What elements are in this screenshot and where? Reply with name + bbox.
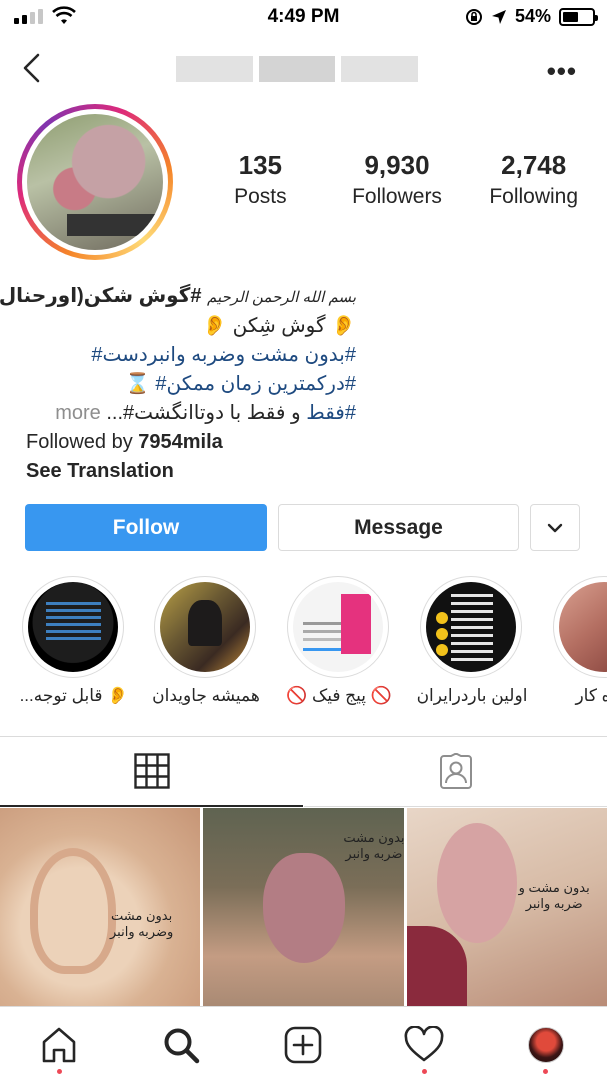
bio-hashtag[interactable]: #بدون مشت وضربه وانبردست# [91, 344, 356, 366]
profile-avatar[interactable] [17, 104, 173, 260]
post-caption-line: وضربه وانبر [110, 924, 174, 939]
post-caption-line: بدون مشت و [518, 880, 590, 895]
profile-avatar-icon [528, 1027, 564, 1063]
stat-following[interactable]: 2,748 Following [465, 150, 602, 209]
username-blurred [176, 56, 419, 82]
hourglass-icon: ⌛ [124, 373, 150, 395]
see-translation-link[interactable]: See Translation [26, 457, 356, 486]
post-caption-line: بدون مشت [111, 908, 173, 923]
post-caption-line: ضربه وانبر [525, 896, 583, 911]
home-tab[interactable] [39, 1025, 79, 1065]
status-bar: 4:49 PM 54% [0, 0, 607, 36]
location-arrow-icon [491, 9, 506, 24]
more-options-button[interactable]: ••• [547, 56, 577, 87]
highlight-item[interactable]: اولین باردرایران [417, 576, 527, 705]
bio-line-3: #بدون مشت وضربه وانبردست# [26, 341, 356, 370]
post-thumbnail[interactable]: بدون مشت و ضربه وانبر [406, 808, 607, 1006]
suggested-accounts-button[interactable] [530, 504, 580, 551]
activity-tab[interactable] [404, 1025, 444, 1065]
bio-basmala: بسم الله الرحمن الرحیم [207, 289, 356, 306]
post-caption-overlay: بدون مشت وضربه وانبر [110, 908, 173, 940]
post-caption-overlay: بدون مشت ضربه وانبر [343, 830, 403, 862]
posts-grid: بدون مشت وضربه وانبر بدون مشت ضربه وانبر… [0, 808, 607, 1006]
profile-tab[interactable] [526, 1025, 566, 1065]
new-post-tab[interactable] [283, 1025, 323, 1065]
stat-label: Followers [352, 185, 442, 208]
bio-line-4: #درکمترین زمان ممکن# ⌛ [26, 370, 356, 399]
battery-icon [559, 7, 598, 26]
stat-posts[interactable]: 135 Posts [192, 150, 329, 209]
post-caption-line: بدون مشت [343, 830, 404, 845]
story-highlights: 👂 قابل توجه... همیشه جاویدان 🚫 پیج فیک 🚫… [0, 576, 607, 716]
bio-text: و فقط با دوتاانگشت#... [106, 402, 307, 424]
stat-value: 9,930 [364, 150, 430, 180]
avatar-image [27, 114, 163, 250]
highlight-cover [160, 582, 250, 672]
highlight-item[interactable]: ه کار [553, 576, 607, 705]
search-tab[interactable] [161, 1025, 201, 1065]
tagged-icon [439, 752, 472, 789]
highlight-label: ه کار [575, 686, 607, 705]
bio-more-link[interactable]: more [55, 402, 101, 424]
profile-stats: 135 Posts 9,930 Followers 2,748 Followin… [192, 150, 602, 209]
new-post-icon [284, 1026, 322, 1064]
highlight-cover [293, 582, 383, 672]
bio-line-5: #فقط و فقط با دوتاانگشت#... more [26, 399, 356, 428]
post-caption-overlay: بدون مشت و ضربه وانبر [519, 880, 590, 912]
stat-value: 135 [238, 150, 283, 180]
bio-hashtag[interactable]: #فقط [306, 402, 356, 424]
grid-icon [133, 753, 170, 789]
highlight-label: همیشه جاویدان [152, 686, 260, 705]
highlight-item[interactable]: 🚫 پیج فیک 🚫 [286, 576, 392, 705]
bottom-tab-bar [0, 1006, 607, 1080]
profile-bio: بسم الله الرحمن الرحیم #گوش شکن(اورحنال)… [0, 282, 356, 486]
tab-posts-grid[interactable] [0, 737, 303, 807]
profile-header: ••• [0, 38, 607, 98]
bio-hashtag[interactable]: #درکمترین زمان ممکن# [155, 373, 356, 395]
highlight-cover [28, 582, 118, 672]
highlight-item[interactable]: همیشه جاویدان [152, 576, 260, 705]
bio-line-2: 👂 گوش شِکن 👂 [202, 315, 356, 337]
search-icon [164, 1028, 200, 1064]
bio-line-1: بسم الله الرحمن الرحیم #گوش شکن(اورحنال)… [0, 282, 356, 312]
back-button[interactable] [18, 52, 46, 84]
post-thumbnail[interactable]: بدون مشت ضربه وانبر [203, 808, 404, 1006]
bio-hashtag: #گوش شکن(اورحنال)# [0, 285, 202, 307]
follow-button[interactable]: Follow [25, 504, 267, 551]
stat-label: Following [489, 185, 579, 208]
battery-percent: 54% [514, 6, 551, 26]
profile-tabs [0, 736, 607, 807]
chevron-down-icon [547, 523, 563, 532]
heart-icon [404, 1026, 444, 1062]
highlight-cover [559, 582, 607, 672]
followed-by[interactable]: Followed by 7954mila [26, 428, 356, 457]
stat-followers[interactable]: 9,930 Followers [329, 150, 466, 209]
highlight-item[interactable]: 👂 قابل توجه... [20, 576, 128, 705]
highlight-label: 🚫 پیج فیک 🚫 [286, 686, 392, 705]
highlight-cover [426, 582, 516, 672]
post-caption-line: ضربه وانبر [345, 846, 403, 861]
followed-by-user[interactable]: 7954mila [138, 431, 223, 453]
stat-value: 2,748 [501, 150, 567, 180]
orientation-lock-icon [465, 8, 482, 25]
followed-by-label: Followed by [26, 431, 139, 453]
home-icon [42, 1027, 76, 1063]
highlight-label: اولین باردرایران [416, 686, 528, 705]
tab-tagged[interactable] [304, 737, 607, 807]
highlight-label: 👂 قابل توجه... [19, 686, 129, 705]
post-thumbnail[interactable]: بدون مشت وضربه وانبر [0, 808, 201, 1006]
message-button[interactable]: Message [278, 504, 519, 551]
stat-label: Posts [234, 185, 287, 208]
